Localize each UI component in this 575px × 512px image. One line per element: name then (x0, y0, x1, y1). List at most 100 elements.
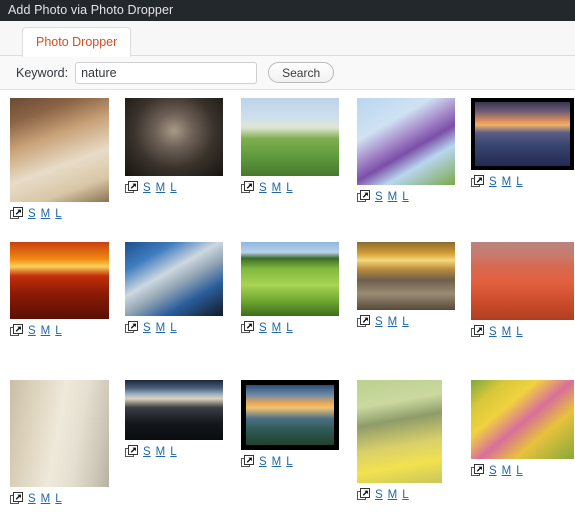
photo-size-links: SML (125, 320, 223, 335)
size-link-medium[interactable]: M (41, 493, 51, 505)
size-link-medium[interactable]: M (502, 465, 512, 477)
size-link-small[interactable]: S (489, 465, 497, 477)
photo-thumbnail[interactable] (10, 380, 109, 487)
search-toolbar: Keyword: Search (0, 56, 575, 90)
size-link-medium[interactable]: M (41, 325, 51, 337)
photo-size-links: SML (357, 189, 455, 204)
size-link-small[interactable]: S (259, 456, 267, 468)
size-link-medium[interactable]: M (502, 176, 512, 188)
photo-image (357, 242, 455, 310)
photo-image (125, 98, 223, 176)
size-link-large[interactable]: L (55, 325, 61, 337)
size-link-medium[interactable]: M (388, 316, 398, 328)
size-link-large[interactable]: L (516, 176, 522, 188)
photo-thumbnail[interactable] (241, 380, 339, 450)
photo-thumbnail[interactable] (241, 242, 339, 316)
popup-window-icon[interactable] (125, 181, 138, 194)
popup-window-icon[interactable] (10, 492, 23, 505)
size-link-large[interactable]: L (286, 456, 292, 468)
photo-result-item: SML (471, 242, 574, 339)
popup-window-icon[interactable] (471, 175, 484, 188)
popup-window-icon[interactable] (357, 190, 370, 203)
size-link-small[interactable]: S (143, 182, 151, 194)
size-link-medium[interactable]: M (156, 182, 166, 194)
popup-window-icon[interactable] (125, 445, 138, 458)
size-link-small[interactable]: S (375, 191, 383, 203)
size-link-medium[interactable]: M (272, 456, 282, 468)
popup-window-icon[interactable] (125, 321, 138, 334)
size-link-small[interactable]: S (143, 322, 151, 334)
popup-window-icon[interactable] (241, 181, 254, 194)
size-link-small[interactable]: S (259, 322, 267, 334)
photo-thumbnail[interactable] (471, 380, 574, 459)
photo-result-item: SML (125, 380, 223, 459)
size-link-large[interactable]: L (286, 182, 292, 194)
size-link-large[interactable]: L (170, 322, 176, 334)
photo-thumbnail[interactable] (357, 380, 442, 483)
photo-thumbnail[interactable] (357, 242, 455, 310)
popup-window-icon[interactable] (357, 315, 370, 328)
size-link-small[interactable]: S (375, 316, 383, 328)
size-link-large[interactable]: L (55, 208, 61, 220)
photo-size-links: SML (125, 444, 223, 459)
photo-result-item: SML (241, 98, 339, 195)
photo-results-grid[interactable]: SMLSMLSMLSMLSMLSMLSMLSMLSMLSMLSMLSMLSMLS… (0, 90, 575, 512)
size-link-small[interactable]: S (143, 446, 151, 458)
popup-window-icon[interactable] (10, 207, 23, 220)
popup-window-icon[interactable] (241, 321, 254, 334)
size-link-medium[interactable]: M (388, 489, 398, 501)
popup-window-icon[interactable] (357, 488, 370, 501)
size-link-medium[interactable]: M (272, 322, 282, 334)
size-link-small[interactable]: S (375, 489, 383, 501)
photo-result-item: SML (125, 242, 223, 335)
photo-image (246, 385, 334, 445)
size-link-small[interactable]: S (259, 182, 267, 194)
size-link-small[interactable]: S (489, 176, 497, 188)
tab-photo-dropper[interactable]: Photo Dropper (22, 27, 132, 57)
popup-window-icon[interactable] (471, 464, 484, 477)
photo-size-links: SML (10, 206, 109, 221)
size-link-large[interactable]: L (516, 326, 522, 338)
photo-result-item: SML (357, 242, 455, 329)
photo-image (475, 102, 570, 166)
size-link-large[interactable]: L (516, 465, 522, 477)
photo-image (10, 242, 109, 319)
size-link-large[interactable]: L (402, 191, 408, 203)
size-link-medium[interactable]: M (156, 446, 166, 458)
size-link-large[interactable]: L (286, 322, 292, 334)
photo-thumbnail[interactable] (10, 98, 109, 202)
size-link-medium[interactable]: M (502, 326, 512, 338)
size-link-small[interactable]: S (28, 325, 36, 337)
photo-thumbnail[interactable] (357, 98, 455, 185)
popup-window-icon[interactable] (241, 455, 254, 468)
photo-image (10, 98, 109, 202)
size-link-small[interactable]: S (28, 208, 36, 220)
size-link-large[interactable]: L (170, 182, 176, 194)
photo-thumbnail[interactable] (241, 98, 339, 176)
photo-result-item: SML (241, 242, 339, 335)
size-link-large[interactable]: L (402, 489, 408, 501)
photo-size-links: SML (357, 487, 442, 502)
size-link-medium[interactable]: M (388, 191, 398, 203)
size-link-medium[interactable]: M (156, 322, 166, 334)
photo-thumbnail[interactable] (125, 242, 223, 316)
photo-image (471, 242, 574, 320)
size-link-small[interactable]: S (489, 326, 497, 338)
photo-image (125, 380, 223, 440)
size-link-medium[interactable]: M (41, 208, 51, 220)
photo-thumbnail[interactable] (471, 98, 574, 170)
size-link-large[interactable]: L (55, 493, 61, 505)
size-link-large[interactable]: L (170, 446, 176, 458)
photo-thumbnail[interactable] (10, 242, 109, 319)
photo-thumbnail[interactable] (471, 242, 574, 320)
search-input[interactable] (75, 61, 258, 84)
size-link-medium[interactable]: M (272, 182, 282, 194)
size-link-large[interactable]: L (402, 316, 408, 328)
popup-window-icon[interactable] (471, 325, 484, 338)
photo-thumbnail[interactable] (125, 380, 223, 440)
photo-result-item: SML (241, 380, 339, 469)
size-link-small[interactable]: S (28, 493, 36, 505)
search-button[interactable]: Search (268, 62, 335, 83)
popup-window-icon[interactable] (10, 324, 23, 337)
photo-thumbnail[interactable] (125, 98, 223, 176)
